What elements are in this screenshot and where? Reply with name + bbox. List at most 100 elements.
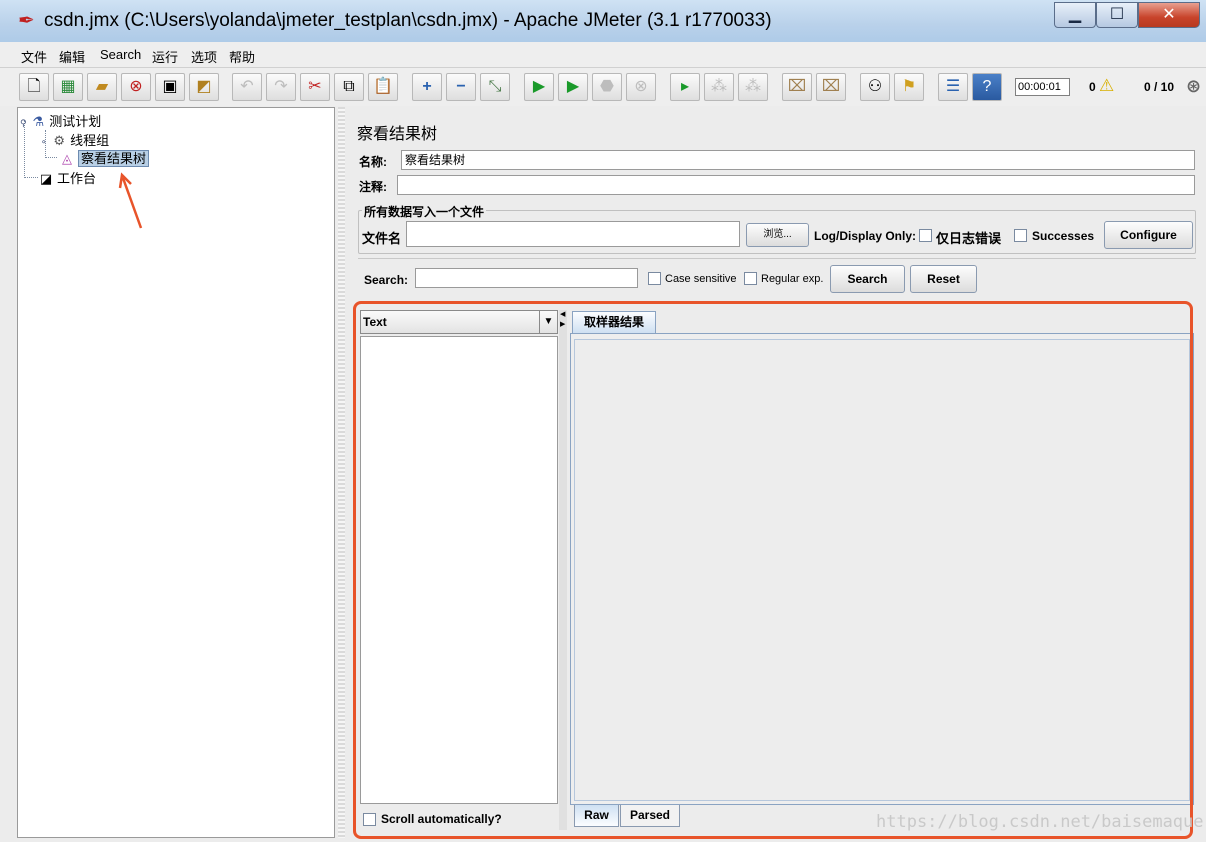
name-field[interactable]: 察看结果树 [401, 150, 1195, 170]
jmeter-feather-icon: ✒ [18, 10, 35, 32]
tree-handle-icon[interactable]: ⚲ [20, 118, 27, 128]
cut-icon[interactable]: ✂ [300, 73, 330, 101]
save-as-icon[interactable]: ◩ [189, 73, 219, 101]
minimize-button[interactable]: ▁ [1054, 2, 1096, 28]
tree-label-results-tree: 察看结果树 [78, 150, 150, 167]
title-bar: ✒ csdn.jmx (C:\Users\yolanda\jmeter_test… [0, 0, 1206, 42]
successes-label: Successes [1032, 229, 1095, 243]
shutdown-icon[interactable]: ⊗ [626, 73, 656, 101]
tree-node-test-plan[interactable]: ⚲ ⚗ 测试计划 [20, 111, 101, 130]
errors-only-checkbox[interactable] [919, 229, 932, 242]
warning-count: 0 [1089, 80, 1096, 94]
start-no-pauses-icon[interactable]: ▶ [558, 73, 588, 101]
regular-exp-label: Regular exp. [761, 273, 824, 285]
test-plan-icon: ⚗ [32, 114, 45, 129]
sampler-result-panel [570, 333, 1194, 805]
scroll-auto-checkbox[interactable] [363, 813, 376, 826]
redo-icon[interactable]: ↷ [266, 73, 296, 101]
listener-chart-icon: ◬ [62, 151, 72, 166]
toggle-icon[interactable]: ⤡ [480, 73, 510, 101]
menu-bar: 文件 编辑 Search 运行 选项 帮助 [0, 42, 1206, 68]
configure-button[interactable]: Configure [1104, 221, 1193, 249]
test-plan-tree: ⚲ ⚗ 测试计划 ⚬ ⚙ 线程组 ◬ 察看结果树 ◪ 工作台 [17, 107, 335, 838]
search-label: Search: [364, 273, 409, 287]
collapse-right-icon[interactable]: ▶ [560, 320, 565, 328]
menu-edit[interactable]: 编辑 [59, 47, 85, 66]
tab-raw[interactable]: Raw [574, 805, 619, 827]
save-icon[interactable]: ▣ [155, 73, 185, 101]
reset-search-broom-icon[interactable]: ⚑ [894, 73, 924, 101]
new-icon[interactable]: 🗋 [19, 73, 49, 101]
remote-shutdown-icon[interactable]: ⁂ [738, 73, 768, 101]
chevron-down-icon[interactable]: ▼ [539, 311, 557, 333]
tree-label-thread-group: 线程组 [70, 133, 110, 148]
paste-icon[interactable]: 📋 [368, 73, 398, 101]
filename-field[interactable] [406, 221, 740, 247]
sampler-result-content[interactable] [574, 339, 1190, 801]
tree-label-workbench: 工作台 [57, 171, 97, 186]
scroll-auto-label: Scroll automatically? [381, 812, 502, 826]
log-display-only-label: Log/Display Only: [814, 229, 917, 243]
maximize-button[interactable]: ☐ [1096, 2, 1138, 28]
comment-label: 注释: [359, 180, 387, 194]
workbench-icon: ◪ [39, 171, 53, 186]
tree-node-thread-group[interactable]: ⚬ ⚙ 线程组 [40, 130, 109, 149]
collapse-all-icon[interactable]: − [446, 73, 476, 101]
menu-run[interactable]: 运行 [152, 47, 178, 66]
warning-icon[interactable]: ⚠ [1099, 76, 1114, 96]
search-input[interactable] [415, 268, 638, 288]
renderer-select[interactable]: Text ▼ [360, 310, 558, 334]
name-label: 名称: [359, 155, 387, 169]
remote-start-icon[interactable]: ▸ [670, 73, 700, 101]
start-icon[interactable]: ▶ [524, 73, 554, 101]
search-button[interactable]: Search [830, 265, 905, 293]
case-sensitive-label: Case sensitive [665, 273, 737, 285]
errors-only-label: 仅日志错误 [936, 231, 1002, 246]
renderer-select-value: Text [363, 315, 387, 329]
tree-node-workbench[interactable]: ◪ 工作台 [38, 168, 96, 187]
menu-search[interactable]: Search [100, 47, 141, 62]
clear-icon[interactable]: ⌧ [782, 73, 812, 101]
toolbar: 🗋 ▦ ▰ ⊗ ▣ ◩ ↶ ↷ ✂ ⧉ 📋 + − ⤡ ▶ ▶ ⬣ ⊗ ▸ ⁂ … [0, 68, 1206, 106]
thread-count: 0 / 10 [1144, 80, 1175, 94]
sample-result-list[interactable] [360, 336, 558, 804]
panel-title: 察看结果树 [357, 126, 438, 143]
undo-icon[interactable]: ↶ [232, 73, 262, 101]
menu-file[interactable]: 文件 [21, 47, 47, 66]
stop-icon[interactable]: ⬣ [592, 73, 622, 101]
collapse-left-icon[interactable]: ◀ [560, 310, 565, 318]
menu-options[interactable]: 选项 [191, 47, 217, 66]
tab-sampler-result[interactable]: 取样器结果 [572, 311, 656, 333]
comment-field[interactable] [397, 175, 1195, 195]
close-button[interactable]: ✕ [1138, 2, 1200, 28]
copy-icon[interactable]: ⧉ [334, 73, 364, 101]
clear-all-icon[interactable]: ⌧ [816, 73, 846, 101]
regular-exp-checkbox[interactable] [744, 272, 757, 285]
case-sensitive-checkbox[interactable] [648, 272, 661, 285]
elapsed-time: 00:00:01 [1015, 78, 1070, 96]
gear-icon: ⚙ [53, 133, 65, 148]
window-title: csdn.jmx (C:\Users\yolanda\jmeter_testpl… [44, 10, 772, 31]
split-pane-divider[interactable] [338, 107, 345, 838]
open-icon[interactable]: ▰ [87, 73, 117, 101]
successes-checkbox[interactable] [1014, 229, 1027, 242]
tab-parsed[interactable]: Parsed [620, 805, 680, 827]
help-icon[interactable]: ? [972, 73, 1002, 101]
templates-icon[interactable]: ▦ [53, 73, 83, 101]
tree-node-results-tree[interactable]: ◬ 察看结果树 [59, 148, 150, 167]
expand-all-icon[interactable]: + [412, 73, 442, 101]
filename-label: 文件名 [362, 231, 402, 246]
write-to-file-title: 所有数据写入一个文件 [362, 203, 487, 220]
results-split-divider[interactable]: ◀ ▶ [559, 310, 567, 830]
watermark: https://blog.csdn.net/baisemaque [876, 812, 1204, 832]
remote-stop-icon[interactable]: ⁂ [704, 73, 734, 101]
search-binoculars-icon[interactable]: ⚇ [860, 73, 890, 101]
function-helper-icon[interactable]: ☰ [938, 73, 968, 101]
reset-button[interactable]: Reset [910, 265, 977, 293]
close-file-icon[interactable]: ⊗ [121, 73, 151, 101]
tree-handle-icon[interactable]: ⚬ [40, 137, 48, 147]
status-icon: ⊛ [1186, 76, 1202, 96]
browse-button[interactable]: 浏览... [746, 223, 809, 247]
tree-label-test-plan: 测试计划 [49, 114, 102, 129]
menu-help[interactable]: 帮助 [229, 47, 255, 66]
